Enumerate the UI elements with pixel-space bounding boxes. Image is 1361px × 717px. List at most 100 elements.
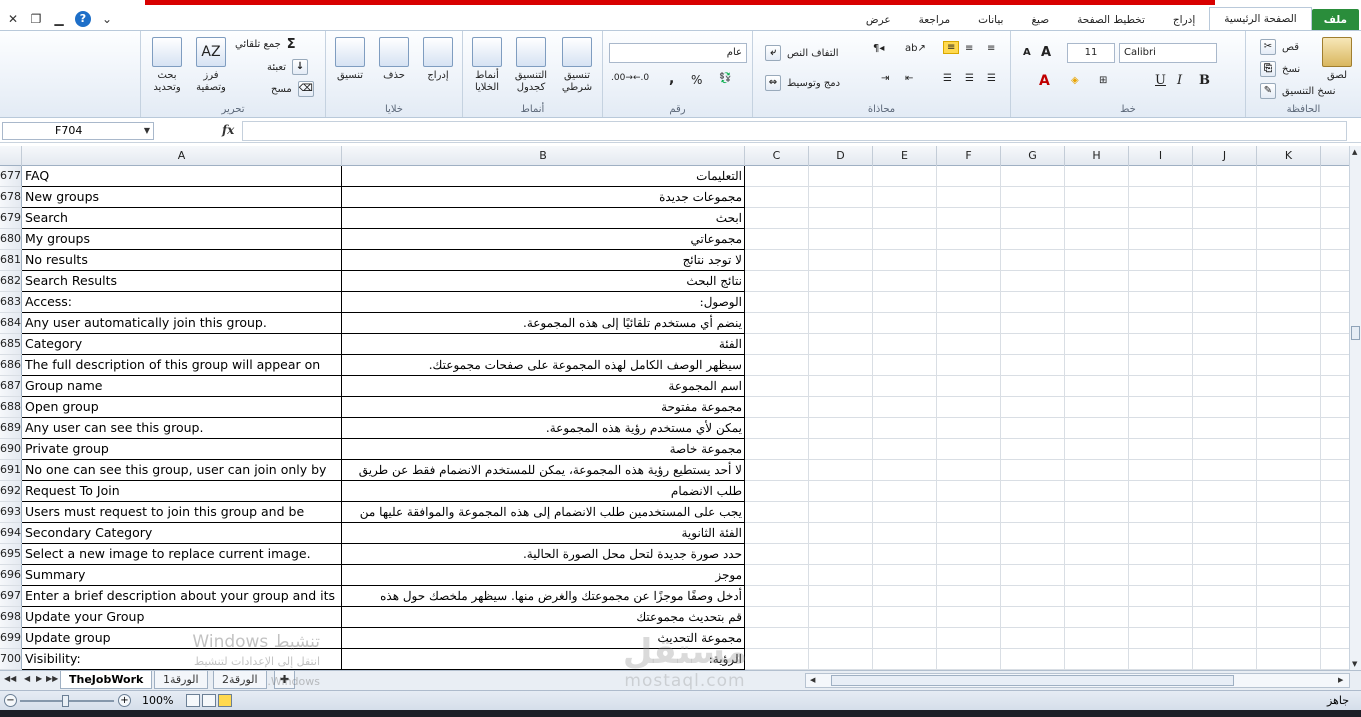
formula-input[interactable] bbox=[242, 121, 1347, 141]
column-header-d[interactable]: D bbox=[809, 146, 873, 166]
cell-a[interactable]: Enter a brief description about your gro… bbox=[22, 586, 342, 606]
cell-a[interactable]: Any user can see this group. bbox=[22, 418, 342, 438]
fill-color-icon[interactable]: ◈ bbox=[1071, 75, 1079, 86]
shrink-font-button[interactable]: A bbox=[1023, 47, 1031, 58]
help-icon[interactable]: ? bbox=[75, 11, 91, 27]
column-header-k[interactable]: K bbox=[1257, 146, 1321, 166]
row-header[interactable]: 691 bbox=[0, 460, 22, 480]
comma-button[interactable]: , bbox=[669, 71, 674, 87]
cell-b[interactable]: موجز bbox=[342, 565, 745, 585]
column-header-i[interactable]: I bbox=[1129, 146, 1193, 166]
cell-a[interactable]: Visibility: bbox=[22, 649, 342, 669]
row-header[interactable]: 687 bbox=[0, 376, 22, 396]
cell-b[interactable]: يمكن لأي مستخدم رؤية هذه المجموعة. bbox=[342, 418, 745, 438]
zoom-slider-thumb[interactable] bbox=[62, 695, 69, 707]
cell-a[interactable]: Any user automatically join this group. bbox=[22, 313, 342, 333]
decrease-decimal-icon[interactable]: .00→ bbox=[611, 73, 633, 83]
column-header-h[interactable]: H bbox=[1065, 146, 1129, 166]
conditional-formatting-button[interactable]: تنسيق شرطي bbox=[557, 37, 597, 94]
row-header[interactable]: 685 bbox=[0, 334, 22, 354]
column-header-j[interactable]: J bbox=[1193, 146, 1257, 166]
row-header[interactable]: 695 bbox=[0, 544, 22, 564]
font-name-select[interactable]: Calibri bbox=[1119, 43, 1217, 63]
cell-a[interactable]: Open group bbox=[22, 397, 342, 417]
column-header-e[interactable]: E bbox=[873, 146, 937, 166]
orientation-icon[interactable]: ab↗ bbox=[905, 43, 926, 54]
wrap-text-button[interactable]: ⤶ التفاف النص bbox=[765, 45, 839, 61]
cell-a[interactable]: Group name bbox=[22, 376, 342, 396]
cell-b[interactable]: الفئة bbox=[342, 334, 745, 354]
row-header[interactable]: 689 bbox=[0, 418, 22, 438]
cell-a[interactable]: Private group bbox=[22, 439, 342, 459]
row-header[interactable]: 694 bbox=[0, 523, 22, 543]
cell-b[interactable]: مجموعة خاصة bbox=[342, 439, 745, 459]
close-icon[interactable]: ✕ bbox=[6, 12, 20, 26]
cell-b[interactable]: مجموعة مفتوحة bbox=[342, 397, 745, 417]
row-header[interactable]: 678 bbox=[0, 187, 22, 207]
spreadsheet-grid[interactable]: A B C D E F G H I J K 677 FAQ التعليمات 678… bbox=[0, 146, 1349, 670]
row-header[interactable]: 682 bbox=[0, 271, 22, 291]
cell-b[interactable]: الرؤية: bbox=[342, 649, 745, 669]
cell-a[interactable]: Update your Group bbox=[22, 607, 342, 627]
first-sheet-icon[interactable]: ◀◀ bbox=[4, 674, 16, 683]
sheet-tab-2[interactable]: الورقة2 bbox=[213, 671, 267, 689]
cell-b[interactable]: مجموعات جديدة bbox=[342, 187, 745, 207]
tab-formulas[interactable]: صيغ bbox=[1017, 9, 1063, 31]
cell-b[interactable]: لا أحد يستطيع رؤية هذه المجموعة، يمكن لل… bbox=[342, 460, 745, 480]
tab-review[interactable]: مراجعة bbox=[905, 9, 965, 31]
cell-b[interactable]: ينضم أي مستخدم تلقائيًا إلى هذه المجموعة… bbox=[342, 313, 745, 333]
cell-b[interactable]: قم بتحديث مجموعتك bbox=[342, 607, 745, 627]
underline-button[interactable]: U bbox=[1155, 73, 1166, 88]
column-header-f[interactable]: F bbox=[937, 146, 1001, 166]
sheet-tab-1[interactable]: الورقة1 bbox=[154, 671, 208, 689]
merge-center-button[interactable]: ⇔ دمج وتوسيط bbox=[765, 75, 840, 91]
vertical-scrollbar[interactable]: ▲ ▼ bbox=[1349, 146, 1361, 670]
cell-b[interactable]: التعليمات bbox=[342, 166, 745, 186]
tab-view[interactable]: عرض bbox=[852, 9, 905, 31]
delete-cells-button[interactable]: حذف bbox=[374, 37, 414, 82]
row-header[interactable]: 680 bbox=[0, 229, 22, 249]
font-color-icon[interactable]: A bbox=[1039, 73, 1050, 89]
cell-b[interactable]: الفئة الثانوية bbox=[342, 523, 745, 543]
align-right-icon[interactable]: ☰ bbox=[943, 73, 952, 84]
cell-b[interactable]: أدخل وصفًا موجزًا عن مجموعتك والغرض منها… bbox=[342, 586, 745, 606]
cut-button[interactable]: ✂ قص bbox=[1260, 39, 1299, 55]
cell-a[interactable]: Users must request to join this group an… bbox=[22, 502, 342, 522]
cell-a[interactable]: Update group bbox=[22, 628, 342, 648]
row-header[interactable]: 677 bbox=[0, 166, 22, 186]
cell-a[interactable]: Secondary Category bbox=[22, 523, 342, 543]
cell-a[interactable]: New groups bbox=[22, 187, 342, 207]
cell-a[interactable]: Search Results bbox=[22, 271, 342, 291]
zoom-out-button[interactable]: − bbox=[4, 694, 17, 707]
grow-font-button[interactable]: A bbox=[1041, 45, 1051, 60]
horizontal-scrollbar[interactable]: ◀ ▶ bbox=[805, 673, 1350, 688]
row-header[interactable]: 686 bbox=[0, 355, 22, 375]
cell-a[interactable]: FAQ bbox=[22, 166, 342, 186]
restore-icon[interactable]: ❐ bbox=[29, 12, 43, 26]
cell-styles-button[interactable]: أنماط الخلايا bbox=[467, 37, 507, 94]
cell-a[interactable]: Summary bbox=[22, 565, 342, 585]
find-select-button[interactable]: بحث وتحديد bbox=[145, 37, 189, 94]
select-all-corner[interactable] bbox=[0, 146, 22, 166]
fill-button[interactable]: تعبئة ↓ bbox=[267, 59, 309, 75]
align-bottom-icon[interactable]: ≡ bbox=[943, 41, 960, 54]
increase-decimal-icon[interactable]: ←.0 bbox=[633, 73, 649, 83]
outdent-icon[interactable]: ⇥ bbox=[881, 73, 889, 84]
page-layout-view-icon[interactable] bbox=[202, 694, 216, 707]
column-header-c[interactable]: C bbox=[745, 146, 809, 166]
row-header[interactable]: 683 bbox=[0, 292, 22, 312]
cell-a[interactable]: Search bbox=[22, 208, 342, 228]
cell-b[interactable]: مجموعة التحديث bbox=[342, 628, 745, 648]
bold-button[interactable]: B bbox=[1199, 73, 1210, 88]
last-sheet-icon[interactable]: ▶▶ bbox=[46, 674, 58, 683]
row-header[interactable]: 698 bbox=[0, 607, 22, 627]
column-header-g[interactable]: G bbox=[1001, 146, 1065, 166]
tab-data[interactable]: بيانات bbox=[964, 9, 1017, 31]
cell-b[interactable]: اسم المجموعة bbox=[342, 376, 745, 396]
scroll-thumb[interactable] bbox=[1351, 326, 1360, 340]
align-center-icon[interactable]: ☰ bbox=[965, 73, 974, 84]
currency-icon[interactable]: 💱 bbox=[719, 73, 731, 84]
italic-button[interactable]: I bbox=[1177, 73, 1182, 88]
cell-a[interactable]: No results bbox=[22, 250, 342, 270]
collapse-ribbon-icon[interactable]: ⌄ bbox=[100, 12, 114, 26]
